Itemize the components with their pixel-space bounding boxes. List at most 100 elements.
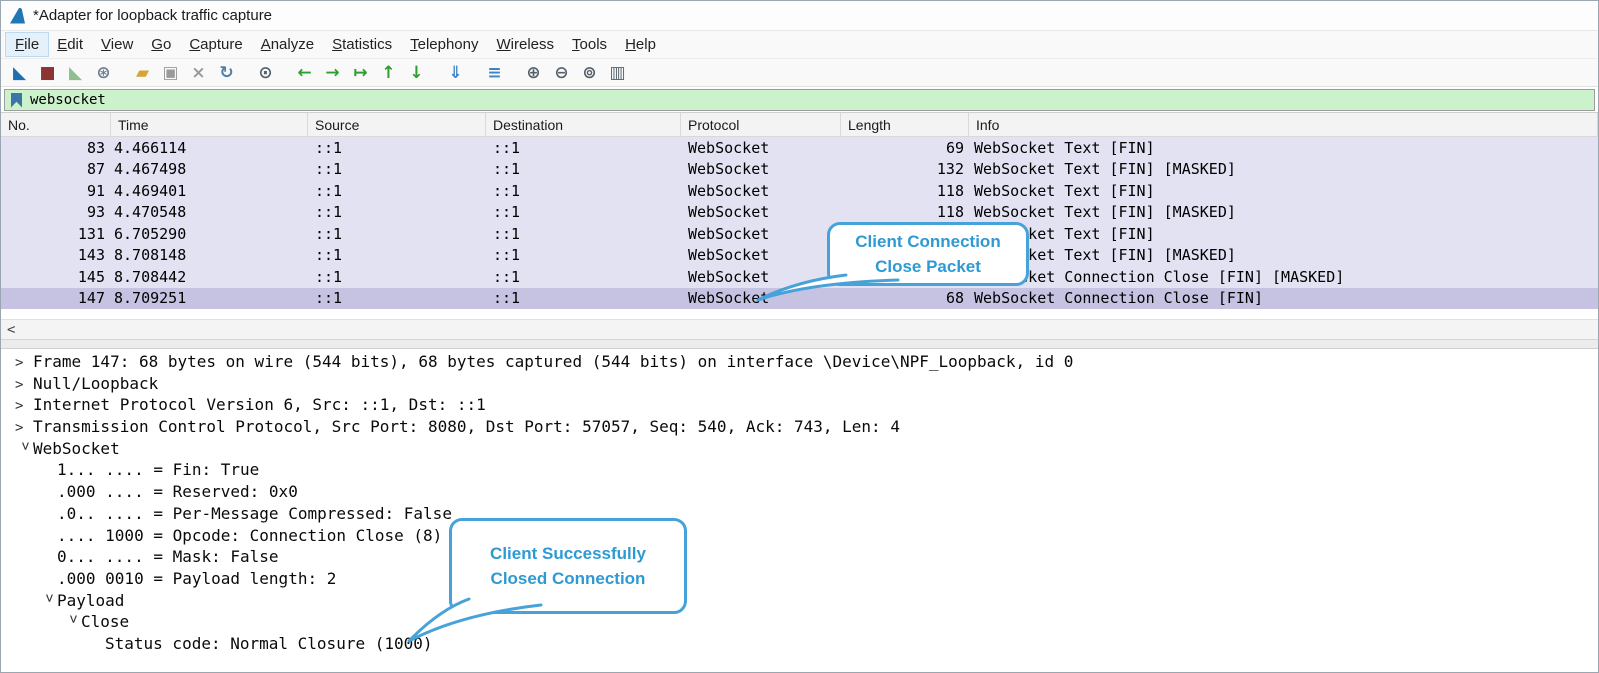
cell-protocol: WebSocket: [681, 225, 841, 243]
find-packet-icon[interactable]: ⊙: [252, 61, 279, 85]
detail-text: .000 .... = Reserved: 0x0: [57, 482, 298, 501]
menu-item[interactable]: Go: [142, 33, 180, 56]
column-header[interactable]: Source: [308, 113, 486, 136]
detail-text: Payload: [57, 591, 124, 610]
detail-line[interactable]: >Transmission Control Protocol, Src Port…: [1, 416, 1598, 438]
cell-destination: ::1: [486, 268, 681, 286]
cell-source: ::1: [308, 182, 486, 200]
display-filter-input[interactable]: websocket: [4, 89, 1595, 111]
detail-text: Status code: Normal Closure (1000): [105, 634, 433, 653]
capture-options-icon[interactable]: ⊛: [90, 61, 117, 85]
cell-time: 8.708442: [111, 268, 308, 286]
zoom-out-icon[interactable]: ⊖: [548, 61, 575, 85]
detail-line[interactable]: 1... .... = Fin: True: [1, 459, 1598, 481]
cell-source: ::1: [308, 160, 486, 178]
detail-line[interactable]: >Null/Loopback: [1, 373, 1598, 395]
expander-icon[interactable]: >: [15, 396, 33, 418]
column-header[interactable]: No.: [1, 113, 111, 136]
table-row[interactable]: 131 6.705290 ::1 ::1 WebSocket WebSocket…: [1, 223, 1598, 245]
column-header[interactable]: Destination: [486, 113, 681, 136]
column-header[interactable]: Length: [841, 113, 969, 136]
cell-source: ::1: [308, 268, 486, 286]
zoom-reset-icon[interactable]: ⊚: [576, 61, 603, 85]
detail-text: .... 1000 = Opcode: Connection Close (8): [57, 526, 442, 545]
menu-item[interactable]: Wireless: [488, 33, 564, 56]
cell-time: 4.466114: [111, 139, 308, 157]
close-file-icon[interactable]: ×: [185, 61, 212, 85]
cell-info: WebSocket Text [FIN] [MASKED]: [969, 246, 1598, 264]
callout-text: Client Successfully: [490, 541, 646, 566]
detail-text: Frame 147: 68 bytes on wire (544 bits), …: [33, 352, 1073, 371]
go-forward-icon[interactable]: →: [319, 61, 346, 85]
reload-icon[interactable]: ↻: [213, 61, 240, 85]
menu-item[interactable]: Statistics: [323, 33, 401, 56]
horizontal-scrollbar[interactable]: <: [1, 319, 1598, 339]
detail-line[interactable]: .0.. .... = Per-Message Compressed: Fals…: [1, 503, 1598, 525]
go-first-icon[interactable]: ↑: [375, 61, 402, 85]
go-back-icon[interactable]: ←: [291, 61, 318, 85]
cell-source: ::1: [308, 289, 486, 307]
menu-item[interactable]: View: [92, 33, 142, 56]
auto-scroll-icon[interactable]: ⇓: [442, 61, 469, 85]
menu-item[interactable]: Tools: [563, 33, 616, 56]
cell-destination: ::1: [486, 160, 681, 178]
detail-text: .0.. .... = Per-Message Compressed: Fals…: [57, 504, 452, 523]
go-to-packet-icon[interactable]: ↦: [347, 61, 374, 85]
stop-capture-icon[interactable]: ■: [34, 61, 61, 85]
detail-line[interactable]: .000 0010 = Payload length: 2: [1, 568, 1598, 590]
callout-tail-icon: [399, 586, 549, 644]
detail-line[interactable]: .000 .... = Reserved: 0x0: [1, 481, 1598, 503]
start-capture-icon[interactable]: ◣: [6, 61, 33, 85]
table-row[interactable]: 91 4.469401 ::1 ::1 WebSocket 118 WebSoc…: [1, 180, 1598, 202]
title-bar: *Adapter for loopback traffic capture: [1, 1, 1598, 31]
zoom-in-icon[interactable]: ⊕: [520, 61, 547, 85]
cell-info: WebSocket Connection Close [FIN] [MASKED…: [969, 268, 1598, 286]
expander-icon[interactable]: >: [13, 442, 35, 460]
go-last-icon[interactable]: ↓: [403, 61, 430, 85]
table-row[interactable]: 83 4.466114 ::1 ::1 WebSocket 69 WebSock…: [1, 137, 1598, 159]
column-header[interactable]: Info: [969, 113, 1598, 136]
menu-item[interactable]: Telephony: [401, 33, 487, 56]
expander-icon[interactable]: >: [15, 353, 33, 375]
expander-icon[interactable]: >: [61, 615, 83, 633]
detail-line[interactable]: .... 1000 = Opcode: Connection Close (8): [1, 525, 1598, 547]
cell-destination: ::1: [486, 289, 681, 307]
cell-length: 132: [841, 160, 969, 178]
table-row[interactable]: 143 8.708148 ::1 ::1 WebSocket WebSocket…: [1, 245, 1598, 267]
restart-capture-icon[interactable]: ◣: [62, 61, 89, 85]
table-row[interactable]: 93 4.470548 ::1 ::1 WebSocket 118 WebSoc…: [1, 202, 1598, 224]
detail-text: .000 0010 = Payload length: 2: [57, 569, 336, 588]
cell-time: 4.467498: [111, 160, 308, 178]
pane-splitter[interactable]: [1, 339, 1598, 349]
expander-icon[interactable]: >: [15, 418, 33, 440]
open-file-icon[interactable]: ▰: [129, 61, 156, 85]
cell-destination: ::1: [486, 225, 681, 243]
menu-item[interactable]: Edit: [48, 33, 92, 56]
table-row[interactable]: 87 4.467498 ::1 ::1 WebSocket 132 WebSoc…: [1, 159, 1598, 181]
cell-no: 143: [1, 246, 111, 264]
detail-line[interactable]: >WebSocket: [1, 438, 1598, 460]
save-file-icon[interactable]: ▣: [157, 61, 184, 85]
menu-item[interactable]: Help: [616, 33, 665, 56]
scroll-left-icon[interactable]: <: [1, 322, 15, 338]
detail-line[interactable]: >Payload: [1, 590, 1598, 612]
colorize-icon[interactable]: ≡: [481, 61, 508, 85]
expander-icon[interactable]: >: [15, 375, 33, 397]
detail-line[interactable]: Status code: Normal Closure (1000): [1, 633, 1598, 655]
cell-protocol: WebSocket: [681, 182, 841, 200]
expander-icon[interactable]: >: [37, 593, 59, 611]
column-header[interactable]: Protocol: [681, 113, 841, 136]
menu-item[interactable]: Capture: [180, 33, 251, 56]
detail-line[interactable]: >Internet Protocol Version 6, Src: ::1, …: [1, 394, 1598, 416]
bookmark-icon[interactable]: [11, 93, 22, 108]
column-header[interactable]: Time: [111, 113, 308, 136]
callout-tail-icon: [746, 269, 906, 309]
detail-line[interactable]: >Close: [1, 611, 1598, 633]
resize-columns-icon[interactable]: ▥: [604, 61, 631, 85]
menu-item[interactable]: Analyze: [252, 33, 323, 56]
detail-line[interactable]: 0... .... = Mask: False: [1, 546, 1598, 568]
detail-line[interactable]: >Frame 147: 68 bytes on wire (544 bits),…: [1, 351, 1598, 373]
cell-source: ::1: [308, 225, 486, 243]
detail-text: 0... .... = Mask: False: [57, 547, 279, 566]
menu-item[interactable]: File: [6, 33, 48, 56]
